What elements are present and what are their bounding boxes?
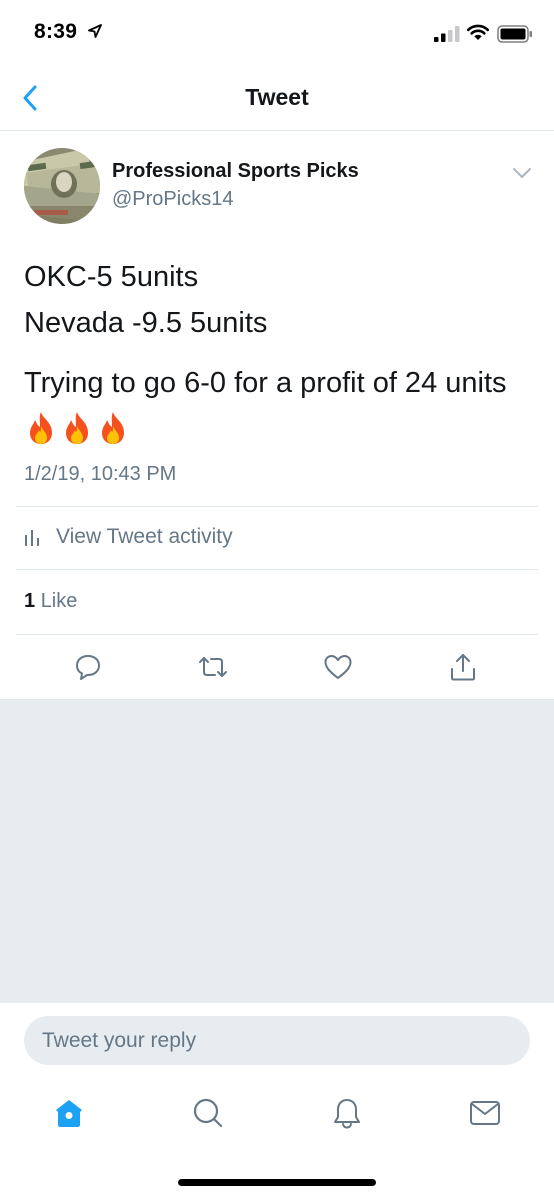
chevron-down-icon	[513, 168, 531, 178]
battery-icon	[497, 25, 532, 43]
replies-area	[0, 699, 554, 1003]
tweet-text-line: OKC-5 5units	[24, 261, 199, 293]
tweet-text-line: Trying to go 6-0 for a profit of 24 unit…	[24, 367, 507, 399]
fire-icon	[30, 412, 52, 444]
retweet-button[interactable]	[196, 650, 230, 684]
navigation-bar: Tweet	[0, 66, 554, 131]
tab-messages[interactable]	[468, 1096, 502, 1130]
tab-home[interactable]	[52, 1096, 86, 1130]
home-indicator[interactable]	[178, 1179, 376, 1186]
share-icon	[451, 654, 475, 681]
fire-icon	[102, 412, 124, 444]
tweet-text-line: Nevada -9.5 5units	[24, 307, 268, 339]
author-name[interactable]: Professional Sports Picks	[112, 160, 359, 183]
status-time: 8:39	[34, 20, 78, 43]
analytics-icon	[25, 530, 39, 546]
reply-input[interactable]: Tweet your reply	[24, 1016, 530, 1065]
likes-number: 1	[24, 590, 36, 612]
view-tweet-activity-button[interactable]: View Tweet activity	[24, 522, 233, 552]
likes-label: Like	[40, 590, 78, 612]
status-bar: 8:39	[0, 0, 554, 66]
page-title: Tweet	[245, 84, 309, 110]
like-button[interactable]	[321, 650, 355, 684]
fire-icon	[66, 412, 88, 444]
reply-placeholder: Tweet your reply	[42, 1028, 197, 1052]
wifi-icon	[466, 24, 490, 40]
home-icon	[56, 1100, 82, 1127]
like-icon	[324, 655, 352, 679]
view-tweet-activity-label: View Tweet activity	[56, 525, 233, 548]
tab-notifications[interactable]	[330, 1096, 364, 1130]
author-handle[interactable]: @ProPicks14	[112, 188, 233, 211]
divider	[16, 506, 538, 507]
share-button[interactable]	[446, 650, 480, 684]
avatar[interactable]	[24, 148, 100, 224]
cellular-signal-icon	[434, 26, 460, 42]
likes-count[interactable]: 1 Like	[24, 590, 77, 613]
notifications-icon	[334, 1099, 360, 1129]
divider	[16, 634, 538, 635]
money-avatar-image	[24, 148, 100, 224]
messages-icon	[470, 1101, 500, 1125]
reply-icon	[76, 655, 100, 680]
reply-button[interactable]	[71, 650, 105, 684]
fire-emojis	[24, 410, 130, 446]
tweet-timestamp: 1/2/19, 10:43 PM	[24, 463, 177, 485]
location-arrow-icon	[88, 24, 102, 38]
search-icon	[193, 1098, 223, 1128]
tweet-options-button[interactable]	[512, 166, 532, 184]
tab-search[interactable]	[191, 1096, 225, 1130]
retweet-icon	[199, 657, 227, 677]
divider	[16, 569, 538, 570]
